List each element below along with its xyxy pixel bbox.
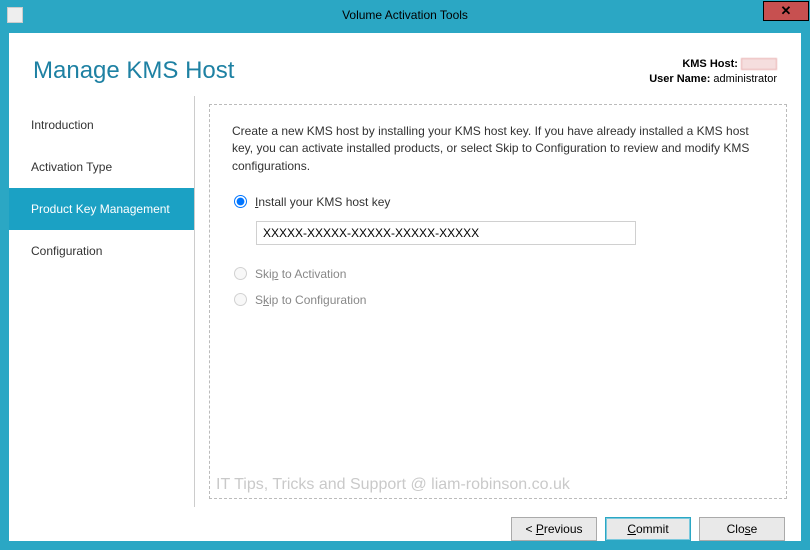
sidebar-item-activation-type[interactable]: Activation Type	[9, 146, 194, 188]
right-panel: Create a new KMS host by installing your…	[209, 104, 787, 499]
kms-host-label: KMS Host:	[682, 58, 738, 70]
kms-host-value-redacted	[741, 58, 777, 70]
user-name-value: administrator	[713, 73, 777, 85]
radio-install-key[interactable]: Install your KMS host key	[234, 195, 764, 209]
app-icon	[7, 7, 23, 23]
radio-skip-configuration-label: Skip to Configuration	[255, 293, 366, 307]
radio-skip-activation: Skip to Activation	[234, 267, 764, 281]
sidebar: Introduction Activation Type Product Key…	[9, 96, 195, 507]
previous-button[interactable]: < Previous	[511, 517, 597, 541]
app-window: Volume Activation Tools ✕ Manage KMS Hos…	[0, 0, 810, 550]
radio-skip-configuration-input	[234, 293, 247, 306]
user-name-line: User Name: administrator	[649, 72, 777, 87]
kms-host-line: KMS Host:	[649, 57, 777, 72]
window-title: Volume Activation Tools	[342, 8, 468, 22]
content-area: Manage KMS Host KMS Host: User Name: adm…	[9, 33, 801, 541]
window-close-button[interactable]: ✕	[763, 1, 809, 21]
page-title: Manage KMS Host	[33, 57, 234, 85]
panel-description: Create a new KMS host by installing your…	[232, 123, 764, 175]
radio-skip-activation-label: Skip to Activation	[255, 267, 346, 281]
close-icon: ✕	[781, 3, 792, 19]
radio-skip-configuration: Skip to Configuration	[234, 293, 764, 307]
radio-install-key-label: Install your KMS host key	[255, 195, 390, 209]
radio-install-key-input[interactable]	[234, 195, 247, 208]
sidebar-item-configuration[interactable]: Configuration	[9, 230, 194, 272]
kms-host-key-input[interactable]	[256, 221, 636, 245]
user-name-label: User Name:	[649, 73, 710, 85]
header-row: Manage KMS Host KMS Host: User Name: adm…	[9, 33, 801, 96]
watermark-text: IT Tips, Tricks and Support @ liam-robin…	[216, 476, 570, 494]
commit-button[interactable]: Commit	[605, 517, 691, 541]
sidebar-item-product-key-management[interactable]: Product Key Management	[9, 188, 194, 230]
radio-skip-activation-input	[234, 267, 247, 280]
sidebar-item-introduction[interactable]: Introduction	[9, 104, 194, 146]
button-bar: < Previous Commit Close	[9, 507, 801, 541]
main-body: Introduction Activation Type Product Key…	[9, 96, 801, 507]
close-button[interactable]: Close	[699, 517, 785, 541]
window-body: Manage KMS Host KMS Host: User Name: adm…	[1, 29, 809, 549]
titlebar: Volume Activation Tools ✕	[1, 1, 809, 29]
host-info: KMS Host: User Name: administrator	[649, 57, 777, 88]
